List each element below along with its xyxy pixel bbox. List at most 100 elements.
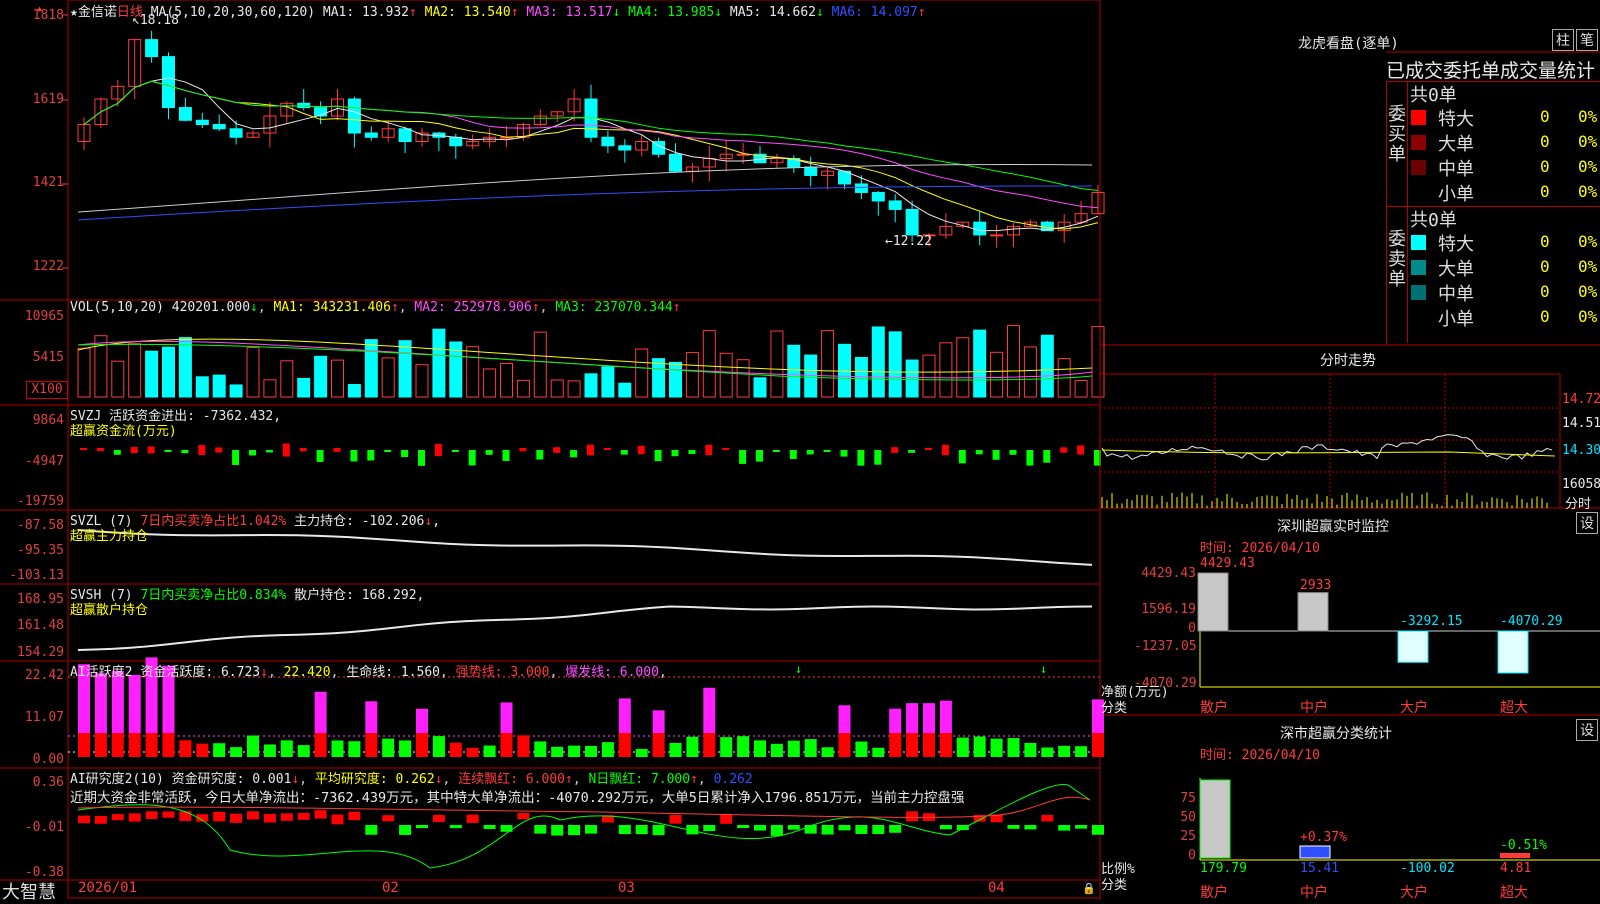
volume-bar bbox=[178, 337, 192, 398]
volume-bar bbox=[212, 374, 226, 398]
bar-view-button[interactable]: 柱 bbox=[1552, 29, 1574, 51]
svzj-bar bbox=[1077, 445, 1085, 455]
ai2-red-bar bbox=[669, 814, 682, 824]
szm-bar-3 bbox=[1397, 630, 1429, 663]
ai1-green-bar bbox=[973, 736, 986, 757]
ai1-green-bar bbox=[483, 745, 496, 757]
ai2-red-bar bbox=[145, 811, 158, 819]
brand-logo[interactable]: 大智慧 bbox=[2, 878, 56, 904]
ai1-green-bar bbox=[517, 735, 530, 757]
ai1-purple-bar bbox=[128, 674, 141, 733]
svzj-bar bbox=[756, 450, 763, 462]
ai1-green-bar bbox=[770, 743, 783, 757]
svzj-axis-3: -19759 bbox=[17, 494, 64, 509]
volume-bar bbox=[195, 376, 209, 398]
svzj-bar bbox=[468, 450, 476, 466]
svzj-bar bbox=[198, 445, 206, 455]
ma-values: MA1: 13.932↑ MA2: 13.540↑ MA3: 13.517↓ M… bbox=[323, 5, 926, 20]
favorite-star-icon[interactable]: ★ bbox=[70, 5, 78, 20]
volume-bar bbox=[297, 377, 311, 398]
svzj-bar bbox=[1043, 450, 1051, 463]
ai1-purple-bar bbox=[314, 691, 327, 733]
ai2-green-bar bbox=[821, 825, 834, 835]
ai2-red-bar bbox=[906, 811, 919, 822]
szm-xlabel: 分类 bbox=[1101, 701, 1128, 716]
szc-bar-2 bbox=[1299, 845, 1331, 859]
ai2-green-bar bbox=[551, 825, 564, 836]
ai2-red-bar bbox=[348, 811, 361, 821]
candle-body bbox=[990, 234, 1004, 237]
volume-bar bbox=[516, 379, 530, 398]
volume-bar bbox=[990, 351, 1004, 398]
vol-unit-label: X100 bbox=[26, 381, 68, 399]
sell-orders-label: 委卖单 bbox=[1388, 229, 1406, 290]
ma-value-4: MA4: 13.985↓ bbox=[620, 5, 723, 20]
szc-category-4: 超大 bbox=[1500, 885, 1528, 901]
szc-change-4: -0.51% bbox=[1500, 838, 1547, 853]
ai1-green-bar bbox=[230, 747, 243, 757]
svzj-bar bbox=[654, 450, 662, 462]
svzj-bar bbox=[671, 450, 679, 457]
svzj-bar bbox=[789, 450, 797, 459]
svzj-bar bbox=[1026, 450, 1034, 466]
ai2-red-bar bbox=[432, 814, 445, 823]
main-chart-header: ★金信诺日线 MA(5,10,20,30,60,120) MA1: 13.932… bbox=[70, 1, 926, 20]
ai1-green-bar bbox=[348, 741, 361, 757]
ai1-green-bar bbox=[754, 740, 766, 757]
buy-color-swatch-2 bbox=[1411, 135, 1426, 150]
candle-body bbox=[398, 128, 412, 143]
volume-bar bbox=[314, 355, 328, 398]
ai2-axis-2: -0.01 bbox=[24, 820, 64, 835]
ai1-purple-bar bbox=[838, 705, 851, 733]
ai2-green-bar bbox=[534, 825, 547, 834]
szm-axis-1: 4429.43 bbox=[1141, 566, 1196, 581]
volume-bar bbox=[871, 326, 885, 398]
szc-xlabel: 分类 bbox=[1101, 878, 1128, 893]
ai1-red-bar bbox=[416, 733, 428, 757]
volume-bar bbox=[753, 377, 767, 398]
tick-view-button[interactable]: 笔 bbox=[1576, 29, 1598, 51]
volume-bar bbox=[162, 346, 175, 398]
buy-row-name-3: 中单 bbox=[1438, 159, 1474, 180]
ai2-green-bar bbox=[618, 825, 631, 835]
candle-body bbox=[669, 153, 682, 172]
sz-class-settings-button[interactable]: 设 bbox=[1576, 719, 1598, 741]
ai1-green-bar bbox=[432, 736, 445, 757]
svzj-axis-2: -4947 bbox=[24, 454, 64, 469]
ai2-red-bar bbox=[179, 811, 192, 821]
svzj-bar bbox=[722, 448, 730, 450]
volume-bar bbox=[128, 343, 142, 398]
lhkp-subtitle: 已成交委托单成交量统计 bbox=[1386, 60, 1596, 82]
lock-icon[interactable]: 🔒 bbox=[1082, 882, 1096, 895]
buy-row-name-2: 大单 bbox=[1438, 134, 1474, 155]
ai2-red-bar bbox=[128, 813, 141, 822]
candle-body bbox=[212, 124, 226, 130]
candle-body bbox=[601, 136, 615, 147]
buy-row-count-4: 0 bbox=[1540, 182, 1550, 201]
buy-row-count-2: 0 bbox=[1540, 132, 1550, 151]
buy-row-name-1: 特大 bbox=[1438, 109, 1474, 130]
sell-row-name-3: 中单 bbox=[1438, 284, 1474, 305]
ai2-green-bar bbox=[449, 825, 462, 829]
svzj-bar bbox=[941, 444, 949, 456]
buy-row-pct-1: 0% bbox=[1578, 107, 1598, 126]
sell-row-name-2: 大单 bbox=[1438, 259, 1474, 280]
price-axis-2: 1619 bbox=[32, 92, 64, 107]
sell-row-count-3: 0 bbox=[1540, 282, 1550, 301]
volume-bar bbox=[1040, 334, 1054, 398]
ai2-red-bar bbox=[280, 813, 293, 821]
candle-body bbox=[145, 39, 159, 58]
candle-body bbox=[195, 119, 209, 126]
svzj-bar bbox=[418, 450, 425, 466]
szm-value-3: -3292.15 bbox=[1400, 614, 1463, 629]
ma-value-5: MA5: 14.662↓ bbox=[722, 5, 824, 20]
ai2-red-bar bbox=[111, 814, 124, 821]
svzl-axis-3: -103.13 bbox=[9, 568, 64, 583]
sz-monitor-settings-button[interactable]: 设 bbox=[1576, 512, 1598, 534]
kline-chart-canvas[interactable]: ↓ ↓ bbox=[0, 0, 1600, 900]
sell-row-pct-1: 0% bbox=[1578, 232, 1598, 251]
svzj-bar bbox=[772, 450, 780, 452]
ai1-green-bar bbox=[956, 737, 969, 757]
ai2-green-bar bbox=[1024, 825, 1037, 830]
svzj-bar bbox=[536, 450, 544, 460]
